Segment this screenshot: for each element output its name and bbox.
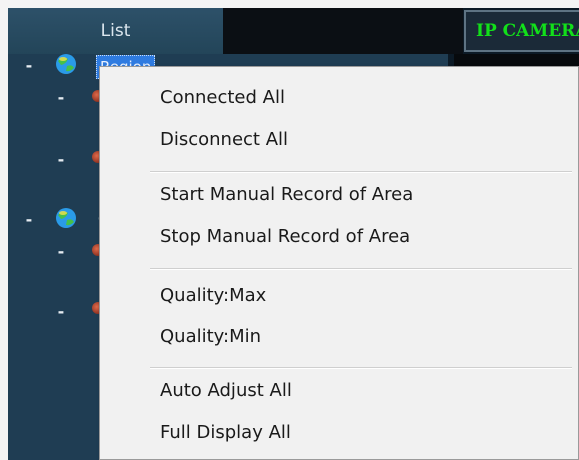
collapse-icon[interactable]: - bbox=[54, 150, 68, 169]
menu-item-full-display-all[interactable]: Full Display All bbox=[160, 422, 291, 443]
globe-icon bbox=[56, 54, 76, 74]
menu-item-auto-adjust-all[interactable]: Auto Adjust All bbox=[160, 380, 292, 401]
globe-icon bbox=[56, 208, 76, 228]
list-header: List bbox=[8, 8, 224, 54]
menu-item-disconnect-all[interactable]: Disconnect All bbox=[160, 129, 288, 150]
menu-item-start-manual-record[interactable]: Start Manual Record of Area bbox=[160, 184, 413, 205]
menu-separator bbox=[150, 171, 572, 173]
collapse-icon[interactable]: - bbox=[54, 88, 68, 107]
menu-item-stop-manual-record[interactable]: Stop Manual Record of Area bbox=[160, 226, 410, 247]
collapse-icon[interactable]: - bbox=[22, 210, 36, 229]
menu-item-quality-max[interactable]: Quality:Max bbox=[160, 285, 266, 306]
collapse-icon[interactable]: - bbox=[54, 242, 68, 261]
context-menu: Connected All Disconnect All Start Manua… bbox=[99, 66, 579, 460]
menu-item-connected-all[interactable]: Connected All bbox=[160, 87, 285, 108]
collapse-icon[interactable]: - bbox=[22, 56, 36, 75]
menu-separator bbox=[150, 367, 572, 369]
menu-separator bbox=[150, 268, 572, 270]
header-band bbox=[223, 8, 463, 54]
menu-item-quality-min[interactable]: Quality:Min bbox=[160, 326, 261, 347]
collapse-icon[interactable]: - bbox=[54, 302, 68, 321]
camera-tab[interactable]: IP CAMERA bbox=[464, 10, 579, 52]
